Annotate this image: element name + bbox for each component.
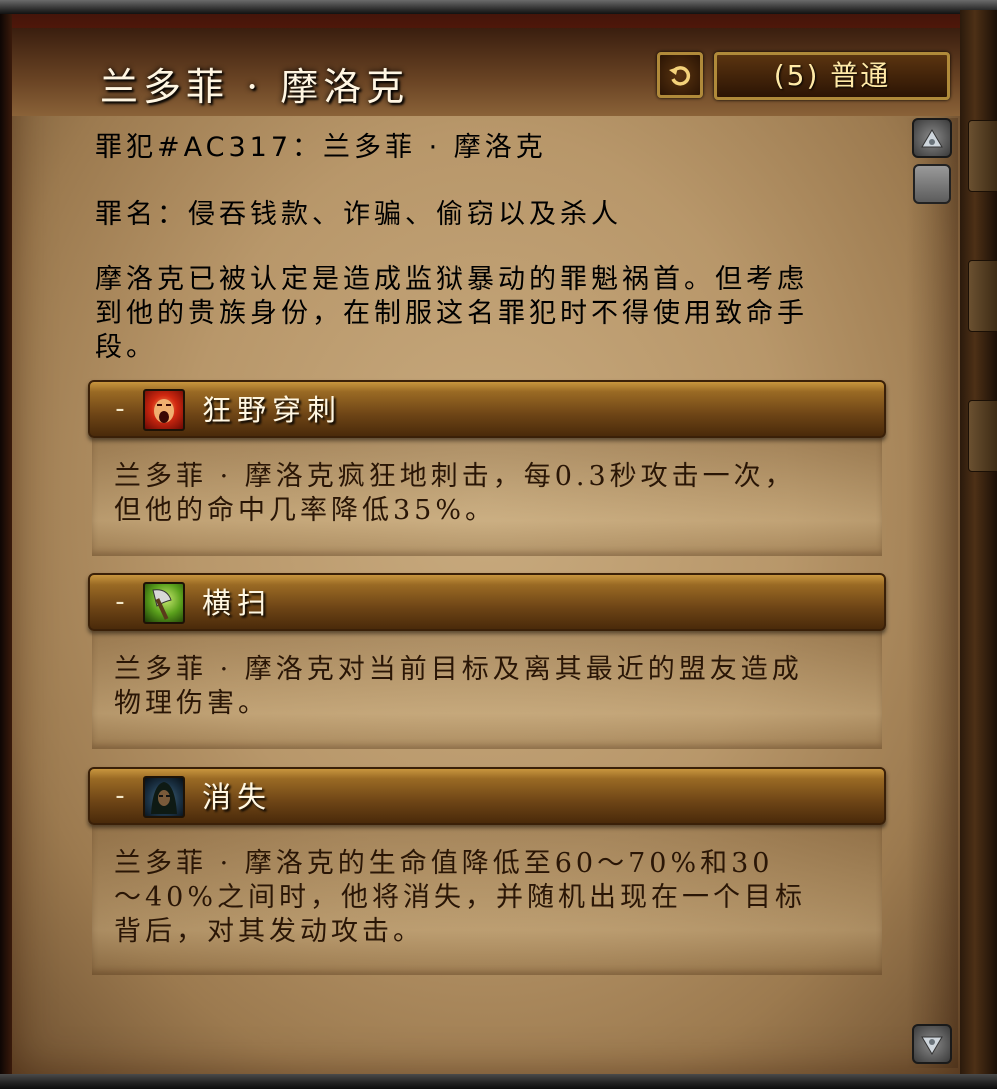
ability-description-line: 兰多菲 · 摩洛克的生命值降低至60～70%和30 (114, 848, 774, 879)
collapse-toggle[interactable]: - (110, 781, 130, 811)
reset-arrow-icon (669, 66, 691, 86)
ability-description-line: 背后，对其发动攻击。 (114, 916, 424, 947)
side-tab-3[interactable] (968, 400, 997, 472)
collapse-toggle[interactable]: - (110, 587, 130, 617)
ability-header-vanish[interactable]: - 消失 (88, 767, 886, 825)
difficulty-dropdown[interactable]: (5) 普通 (714, 52, 950, 100)
ability-header-sweep[interactable]: - 横扫 (88, 573, 886, 631)
scrollbar-track[interactable] (906, 118, 958, 1068)
ability-body-vanish: 兰多菲 · 摩洛克的生命值降低至60～70%和30 ～40%之间时，他将消失，并… (92, 825, 882, 975)
screaming-face-icon (143, 389, 185, 431)
screaming-face-glyph (154, 399, 174, 423)
ability-name: 狂野穿刺 (202, 393, 343, 427)
scroll-up-button[interactable] (912, 118, 952, 158)
ability-description-line: 但他的命中几率降低35%。 (114, 495, 497, 526)
frame-bottom-border (0, 1074, 997, 1089)
ability-description-line: ～40%之间时，他将消失，并随机出现在一个目标 (114, 882, 807, 913)
ability-name: 横扫 (202, 586, 273, 620)
crime-text: 罪名：侵吞钱款、诈骗、偷窃以及杀人 (95, 199, 622, 230)
scroll-down-button[interactable] (912, 1024, 952, 1064)
ability-description-line: 兰多菲 · 摩洛克疯狂地刺击，每0.3秒攻击一次， (114, 461, 796, 492)
ability-description-line: 物理伤害。 (114, 688, 269, 719)
description-line: 段。 (95, 332, 157, 363)
side-tab-rail (960, 10, 997, 1080)
ability-name: 消失 (202, 780, 273, 814)
frame-top-border (0, 0, 997, 14)
axe-icon (143, 582, 185, 624)
axe-glyph (152, 589, 172, 620)
scroll-down-icon (921, 1036, 943, 1055)
hooded-rogue-glyph (151, 782, 177, 814)
prisoner-id-text: 罪犯#AC317：兰多菲 · 摩洛克 (95, 132, 547, 163)
frame-left-border (0, 14, 12, 1074)
hooded-rogue-icon (143, 776, 185, 818)
reset-button[interactable] (657, 52, 703, 98)
collapse-toggle[interactable]: - (110, 394, 130, 424)
side-tab-2[interactable] (968, 260, 997, 332)
scroll-up-icon (921, 129, 943, 148)
page-title: 兰多菲 · 摩洛克 (100, 65, 410, 109)
ability-description-line: 兰多菲 · 摩洛克对当前目标及离其最近的盟友造成 (114, 654, 803, 685)
ability-body-sweep: 兰多菲 · 摩洛克对当前目标及离其最近的盟友造成 物理伤害。 (92, 631, 882, 749)
description-line: 摩洛克已被认定是造成监狱暴动的罪魁祸首。但考虑 (95, 264, 808, 295)
side-tab-1[interactable] (968, 120, 997, 192)
scrollbar-thumb[interactable] (913, 164, 951, 204)
ability-header-wild-pierce[interactable]: - 狂野穿刺 (88, 380, 886, 438)
ability-body-wild-pierce: 兰多菲 · 摩洛克疯狂地刺击，每0.3秒攻击一次， 但他的命中几率降低35%。 (92, 438, 882, 556)
description-line: 到他的贵族身份，在制服这名罪犯时不得使用致命手 (95, 298, 808, 329)
boss-description: 摩洛克已被认定是造成监狱暴动的罪魁祸首。但考虑 到他的贵族身份，在制服这名罪犯时… (95, 263, 885, 365)
